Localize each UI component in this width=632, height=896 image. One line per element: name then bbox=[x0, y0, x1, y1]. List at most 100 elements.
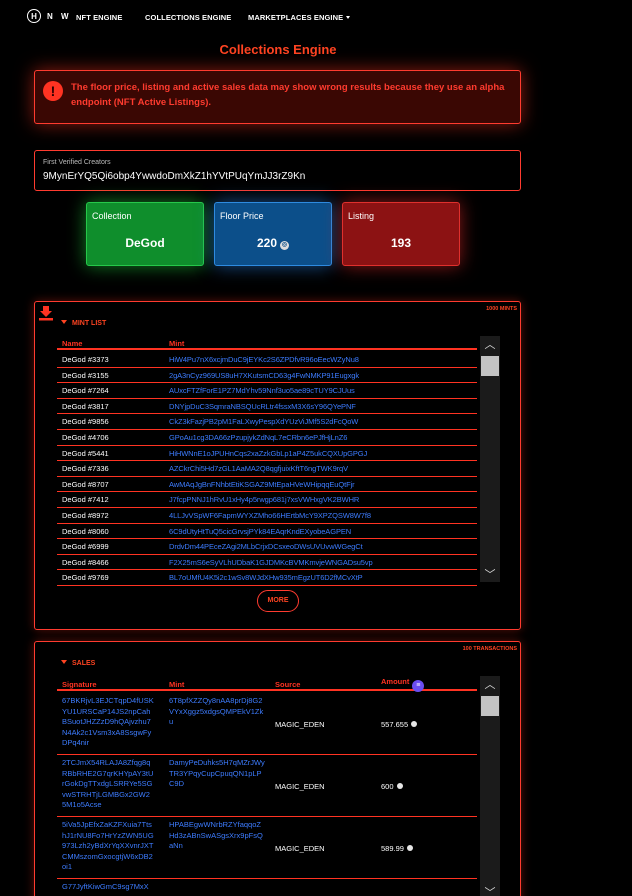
sales-title: SALES bbox=[72, 660, 96, 667]
download-icon[interactable] bbox=[38, 305, 54, 321]
table-row: DeGod #8972 4LLJvVSpWF6FapmWYXZMho66HErtb… bbox=[57, 508, 477, 524]
mint-scrollbar[interactable]: ︿ ﹀ bbox=[480, 336, 500, 582]
mint-name: DeGod #3373 bbox=[62, 355, 109, 364]
chevron-up-icon[interactable]: ︿ bbox=[480, 338, 500, 352]
mint-name: DeGod #9856 bbox=[62, 417, 109, 427]
signature-link[interactable]: 2TCJmX54RLAJA8Zfqg8qRBbRHE2G7qrKHYpAY3tU… bbox=[62, 758, 154, 811]
caret-down-icon bbox=[61, 660, 67, 664]
mint-address-link[interactable]: AZCkrChi5Hd7zGL1AaMA2Q8qgfjuixKftT6ngTWK… bbox=[169, 464, 348, 473]
table-row: DeGod #7336 AZCkrChi5Hd7zGL1AaMA2Q8qgfjui… bbox=[57, 461, 477, 477]
mint-name: DeGod #8466 bbox=[62, 557, 109, 567]
brand-logo[interactable]: H N W bbox=[27, 9, 72, 23]
solana-sort-icon[interactable]: ≡ bbox=[412, 680, 425, 692]
signature-link[interactable]: 5iVa5JpEfxZaKZFXuia7TtshJ1rNU8Fo7HrYzZWN… bbox=[62, 820, 154, 873]
header-amount-label: Amount bbox=[381, 677, 410, 686]
sale-source: MAGIC_EDEN bbox=[275, 720, 325, 729]
table-row: DeGod #8060 6C9dUtyHtTuQ5cicGrvsjPYk84EAq… bbox=[57, 524, 477, 540]
top-navbar: H N W NFT ENGINE COLLECTIONS ENGINE MARK… bbox=[0, 0, 632, 36]
logo-text: N W bbox=[47, 11, 72, 21]
mint-address-link[interactable]: 6T8pfXZZQy8nAA8prDj8G2VYxXggz5xdgsQMPEkV… bbox=[169, 696, 265, 728]
sale-amount: 589.99 bbox=[381, 844, 413, 853]
mint-address-link[interactable]: AwMAqJgBnFNhbtEtiKSGAZ9MtEpaHVeWHipqqEuQ… bbox=[169, 480, 355, 489]
table-row: DeGod #3817 DNYjpDuC3SqmraNBSQUcRLtr4fssx… bbox=[57, 399, 477, 415]
signature-link[interactable]: 67BKRjvL3EJCTqpD4fUSKYU1URSCaP14JS2npCah… bbox=[62, 696, 154, 749]
sale-amount: 557.655 bbox=[381, 720, 418, 729]
mint-list-toggle[interactable]: MINT LIST bbox=[61, 320, 106, 327]
mint-name: DeGod #7336 bbox=[62, 464, 109, 474]
sales-scrollbar[interactable]: ︿ ﹀ bbox=[480, 676, 500, 896]
mint-address-link[interactable]: DamyPeDuhks5H7qMZrJWyTR3YPqyCupCpuqQN1pL… bbox=[169, 758, 265, 790]
mint-address-link[interactable]: F2X25mS6eSyVLhUDbaK1GJDMKcBVMKmvjeWNGADs… bbox=[169, 558, 373, 567]
table-row: DeGod #7412 J7fcpPNNJ1hRvU1xHy4p5rwgp681j… bbox=[57, 492, 477, 508]
floor-price-card: Floor Price 220 ◎ bbox=[214, 202, 332, 266]
chevron-down-icon[interactable]: ﹀ bbox=[480, 886, 500, 896]
collection-label: Collection bbox=[92, 211, 132, 221]
mint-address-link[interactable]: 6C9dUtyHtTuQ5cicGrvsjPYk84EAqrKndEXyobeA… bbox=[169, 527, 351, 536]
mint-list-panel: 1000 MINTS MINT LIST Name Mint DeGod #33… bbox=[34, 301, 521, 630]
sales-table-header: Signature Mint Source Amount ≡ bbox=[57, 677, 477, 692]
mint-address-link[interactable]: 4LLJvVSpWF6FapmWYXZMho66HErtbMcY9XPZQSW8… bbox=[169, 511, 371, 520]
table-row: DeGod #8466 F2X25mS6eSyVLhUDbaK1GJDMKcBVM… bbox=[57, 555, 477, 571]
warning-alert: ! The floor price, listing and active sa… bbox=[34, 70, 521, 124]
mint-name: DeGod #8060 bbox=[62, 526, 109, 536]
chevron-up-icon[interactable]: ︿ bbox=[480, 678, 500, 692]
table-row: 67BKRjvL3EJCTqpD4fUSKYU1URSCaP14JS2npCah… bbox=[57, 693, 477, 755]
solana-icon bbox=[411, 721, 418, 727]
sales-toggle[interactable]: SALES bbox=[61, 660, 95, 667]
mint-name: DeGod #5441 bbox=[62, 448, 109, 458]
table-row: DeGod #3155 2gA3nCyz969US8uH7XKutsmCD63g4… bbox=[57, 368, 477, 384]
mint-name: DeGod #6999 bbox=[62, 542, 109, 552]
mint-address-link[interactable]: 2gA3nCyz969US8uH7XKutsmCD63g4FwNMKP91Eug… bbox=[169, 371, 359, 380]
mint-count: 1000 MINTS bbox=[486, 306, 517, 312]
table-row: DeGod #7264 AUxcFTZfForE1PZ7MdYhv59Nnf3uo… bbox=[57, 383, 477, 399]
sale-amount-value: 557.655 bbox=[381, 720, 409, 729]
mint-address-link[interactable]: HiW4Pu7nX6xcjmDuC9jEYKc2S6ZPDfvR96oEecWZ… bbox=[169, 355, 359, 364]
floor-price-label: Floor Price bbox=[220, 211, 264, 221]
scroll-thumb[interactable] bbox=[481, 356, 499, 376]
table-row: DeGod #9856 CkZ3kFazjPB2pM1FaLXwyPespXdYU… bbox=[57, 414, 477, 430]
floor-price-value: 220 bbox=[256, 236, 278, 250]
mint-name: DeGod #3817 bbox=[62, 401, 109, 411]
header-source: Source bbox=[275, 680, 301, 689]
signature-link[interactable]: G77JyftKiwGmC9sg7MxX bbox=[62, 882, 154, 893]
sales-panel: 100 TRANSACTIONS SALES Signature Mint So… bbox=[34, 641, 521, 896]
sale-source: MAGIC_EDEN bbox=[275, 844, 325, 853]
creator-label: First Verified Creators bbox=[43, 159, 111, 166]
scroll-thumb[interactable] bbox=[481, 696, 499, 716]
table-row: 5iVa5JpEfxZaKZFXuia7TtshJ1rNU8Fo7HrYzZWN… bbox=[57, 817, 477, 879]
alert-message: The floor price, listing and active sale… bbox=[71, 82, 505, 108]
mint-address-link[interactable]: DNYjpDuC3SqmraNBSQUcRLtr4fssxM3X6sY96QYe… bbox=[169, 402, 356, 411]
mint-address-link[interactable]: HiHWNnE1oJPUHnCqs2xaZzkGbLp1aP4Z5ukCQXUp… bbox=[169, 449, 367, 458]
mint-table-header: Name Mint bbox=[57, 339, 477, 350]
page-title: Collections Engine bbox=[219, 42, 337, 57]
mint-name: DeGod #3155 bbox=[62, 370, 109, 380]
mint-address-link[interactable]: BL7oUMfU4K5i2c1wSv8WJdXHw935mEgzUT6D2fMC… bbox=[169, 573, 363, 582]
sale-source: MAGIC_EDEN bbox=[275, 782, 325, 791]
header-signature: Signature bbox=[62, 680, 97, 689]
mint-address-link[interactable]: J7fcpPNNJ1hRvU1xHy4p5rwgp681j7xsVWHxgVK2… bbox=[169, 495, 359, 504]
chevron-down-icon bbox=[346, 16, 351, 19]
table-row: DeGod #8707 AwMAqJgBnFNhbtEtiKSGAZ9MtEpaH… bbox=[57, 477, 477, 493]
mint-address-link[interactable]: AUxcFTZfForE1PZ7MdYhv59Nnf3uo5ae89cTUY9C… bbox=[169, 386, 355, 395]
chevron-down-icon[interactable]: ﹀ bbox=[480, 568, 500, 582]
mint-name: DeGod #8707 bbox=[62, 479, 109, 489]
mint-address-link[interactable]: GPoAu1cg3DA66zPzupjykZdNqL7eCRbn6ePJfHjL… bbox=[169, 433, 347, 442]
logo-badge-icon: H bbox=[27, 9, 41, 23]
header-amount[interactable]: Amount ≡ bbox=[381, 677, 425, 692]
nav-nft-engine[interactable]: NFT ENGINE bbox=[76, 13, 122, 22]
header-mint: Mint bbox=[169, 339, 185, 348]
mint-address-link[interactable]: CkZ3kFazjPB2pM1FaLXwyPespXdYUzViJMf5S2dF… bbox=[169, 417, 358, 426]
mint-address-link[interactable]: HPABEgwWNrbRZYfaqqoZHd3zABnSwASgsXrx9pFs… bbox=[169, 820, 265, 852]
mint-table: Name Mint DeGod #3373 HiW4Pu7nX6xcjmDuC9j… bbox=[57, 339, 477, 586]
nav-marketplaces-engine[interactable]: MARKETPLACES ENGINE bbox=[248, 13, 351, 22]
table-row: DeGod #6999 DrdvDm44PEceZAgi2MLbCrjxDCsxe… bbox=[57, 539, 477, 555]
header-name: Name bbox=[62, 339, 83, 348]
sales-table: Signature Mint Source Amount ≡ 67BKRjvL3E… bbox=[57, 677, 477, 896]
mint-address-link[interactable]: DrdvDm44PEceZAgi2MLbCrjxDCsxeoDWsUVUvwWG… bbox=[169, 542, 363, 551]
more-button[interactable]: MORE bbox=[257, 590, 299, 612]
table-row: DeGod #9769 BL7oUMfU4K5i2c1wSv8WJdXHw935m… bbox=[57, 570, 477, 586]
creator-address: 9MynErYQ5Qi6obp4YwwdoDmXkZ1hYVtPUqYmJJ3r… bbox=[43, 171, 306, 182]
first-verified-creator-field[interactable]: First Verified Creators 9MynErYQ5Qi6obp4… bbox=[34, 150, 521, 191]
transactions-count: 100 TRANSACTIONS bbox=[462, 646, 517, 652]
nav-collections-engine[interactable]: COLLECTIONS ENGINE bbox=[145, 13, 231, 22]
